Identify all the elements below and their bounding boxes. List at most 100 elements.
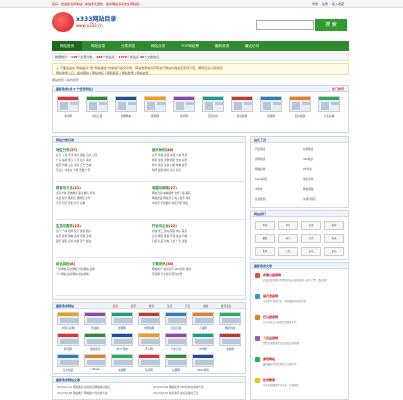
tab-4[interactable]: 行业 bbox=[185, 304, 190, 308]
category-links[interactable]: IT资讯 手机数码 搜索引擎 博客 bbox=[152, 201, 242, 205]
site-caption[interactable]: 人民网 bbox=[190, 326, 216, 330]
site-thumbnail[interactable] bbox=[219, 333, 241, 346]
category-title[interactable]: 综合其他(8) bbox=[56, 261, 75, 266]
site-caption[interactable]: 网易新闻 bbox=[217, 326, 243, 330]
site-caption[interactable]: 淘宝网 bbox=[55, 114, 81, 118]
notice-links[interactable]: 网站收录入口：提交网站 | 网站排名 | 网站联系 | 网站收录 | 网站收费 bbox=[56, 71, 149, 75]
site-caption[interactable]: 百度百科 bbox=[163, 326, 189, 330]
site-thumbnail[interactable] bbox=[219, 312, 241, 325]
site-thumbnail[interactable] bbox=[111, 333, 133, 346]
site-thumbnail[interactable] bbox=[138, 333, 160, 346]
article-row[interactable]: 2019-09-10 网站收录 如何提高网站收录速度 bbox=[57, 385, 149, 389]
site-thumbnail[interactable] bbox=[57, 354, 79, 367]
site-thumbnail[interactable] bbox=[192, 354, 214, 367]
site-thumbnail[interactable] bbox=[111, 312, 133, 325]
tab-1[interactable]: 娱乐 bbox=[131, 304, 136, 308]
tool-link[interactable]: IP查询 bbox=[255, 187, 263, 191]
category-links[interactable]: 艺术 科学 历史 哲学 宗教 bbox=[56, 201, 146, 205]
category-links[interactable]: 黑龙江 内蒙古 宁夏 西藏 广西 bbox=[56, 168, 146, 172]
site-caption[interactable]: 百度文库 bbox=[200, 114, 226, 118]
category-links[interactable]: 个人网站 政府网站 组织机构 bbox=[56, 272, 146, 276]
category-name[interactable]: 文章资讯 bbox=[152, 262, 166, 266]
ranking-button[interactable]: 本月 bbox=[278, 221, 298, 230]
site-caption[interactable]: 淘宝店铺 bbox=[84, 114, 110, 118]
site-caption[interactable]: 搜房网 bbox=[171, 114, 197, 118]
tab-2[interactable]: 教育 bbox=[149, 304, 154, 308]
search-tabs[interactable]: 网站搜索 | 站内搜索 bbox=[52, 77, 152, 84]
tool-link[interactable]: 搜狗收录 bbox=[255, 157, 265, 161]
site-caption[interactable]: 搜狐网 bbox=[109, 326, 135, 330]
tool-link[interactable]: 网站测速 bbox=[303, 187, 313, 191]
site-caption[interactable]: 中华网 bbox=[190, 347, 216, 351]
site-caption[interactable]: 京东商城 bbox=[316, 114, 342, 118]
site-caption[interactable]: 汽车之家 bbox=[163, 347, 189, 351]
site-thumbnail[interactable] bbox=[84, 354, 106, 367]
site-thumbnail[interactable] bbox=[84, 312, 106, 325]
category-links[interactable]: 北京 上海 天津 重庆 湖南 河北 山西 bbox=[56, 153, 146, 157]
nav-latest[interactable]: 最新收录 bbox=[208, 41, 236, 51]
news-title[interactable]: 易开发者网 bbox=[263, 294, 278, 298]
article-row[interactable]: 2019-09-08 网站推广 网站推广的常用方法 bbox=[57, 391, 149, 395]
site-thumbnail[interactable] bbox=[192, 312, 214, 325]
favorite-link[interactable]: 加入收藏 bbox=[332, 2, 344, 6]
login-link[interactable]: 登录 bbox=[312, 2, 318, 6]
site-caption[interactable]: 开心网 bbox=[136, 347, 162, 351]
site-caption[interactable]: 中国知网 bbox=[136, 326, 162, 330]
site-caption[interactable]: 新浪网 bbox=[82, 326, 108, 330]
tab-3[interactable]: 生活 bbox=[167, 304, 172, 308]
ranking-button[interactable]: 收录 bbox=[324, 234, 344, 243]
news-title[interactable]: 游戏网站 bbox=[263, 357, 275, 361]
site-caption[interactable]: 中国人民网 bbox=[55, 326, 81, 330]
site-caption[interactable]: 招聘网站 bbox=[113, 114, 139, 118]
ranking-button[interactable]: 入站 bbox=[278, 247, 298, 256]
category-name[interactable]: 地区分类 bbox=[56, 148, 70, 152]
category-links[interactable]: 音乐 影视 游戏 动漫 小说 笑话 bbox=[152, 153, 242, 157]
category-links[interactable]: 包装 礼品 家电 五金 广告 展会 bbox=[152, 239, 242, 243]
site-caption[interactable]: 8090游戏 bbox=[190, 368, 216, 372]
site-caption[interactable]: 央视网 bbox=[109, 368, 135, 372]
category-links[interactable]: 房产 汽车 招聘 医疗 健康 婚庆 bbox=[56, 229, 146, 233]
nav-browse[interactable]: 分类浏览 bbox=[114, 41, 142, 51]
category-name[interactable]: 教育与文化 bbox=[56, 186, 73, 190]
search-button[interactable]: 搜 索 bbox=[315, 19, 347, 31]
category-links[interactable]: 网站推广 站长资讯 SEO优化 建站 bbox=[152, 267, 242, 271]
nav-directory[interactable]: 网站目录 bbox=[84, 41, 112, 51]
category-links[interactable]: 机械 化工 建材 服装 电子 医药 bbox=[152, 229, 242, 233]
news-title[interactable]: 优学教育 bbox=[263, 378, 275, 382]
nav-review[interactable]: 网站点评 bbox=[144, 41, 172, 51]
category-title[interactable]: 生活与服务(23) bbox=[56, 223, 81, 228]
site-thumbnail[interactable] bbox=[115, 96, 137, 112]
site-thumbnail[interactable] bbox=[84, 333, 106, 346]
category-links[interactable]: 明星 星座 宠物 摄影 交友 彩票 bbox=[152, 158, 242, 162]
category-links[interactable]: 考试 留学 图书馆 博物馆 文化 bbox=[56, 196, 146, 200]
category-name[interactable]: 电脑与网络 bbox=[152, 186, 169, 190]
tool-link[interactable]: 关键词排名 bbox=[303, 197, 316, 201]
ranking-button[interactable]: 本周 bbox=[255, 221, 275, 230]
tool-link[interactable]: 域名查询 bbox=[303, 177, 313, 181]
category-links[interactable]: 银行 保险 证券 交通 天气 邮政 bbox=[56, 239, 146, 243]
ranking-button[interactable]: 全部 bbox=[301, 221, 321, 230]
search-input[interactable] bbox=[256, 20, 314, 30]
site-logo[interactable]: x333网站目录 www.x333.cn bbox=[52, 10, 122, 34]
site-caption[interactable]: 海外网 bbox=[217, 347, 243, 351]
tool-link[interactable]: 谷歌收录 bbox=[303, 147, 313, 151]
tab-5[interactable]: 电脑 bbox=[203, 304, 208, 308]
site-thumbnail[interactable] bbox=[260, 96, 282, 112]
nav-top[interactable]: TOP网站榜 bbox=[174, 41, 206, 51]
site-thumbnail[interactable] bbox=[192, 333, 214, 346]
tool-link[interactable]: Alexa排名 bbox=[255, 177, 267, 181]
category-links[interactable]: 高等学校 基础教育 职业教育 外语 bbox=[56, 191, 146, 195]
site-thumbnail[interactable] bbox=[111, 354, 133, 367]
tool-link[interactable]: PR查询 bbox=[303, 167, 312, 171]
site-thumbnail[interactable] bbox=[57, 312, 79, 325]
news-title[interactable]: 巴马旅游网 bbox=[263, 315, 278, 319]
category-links[interactable]: 陕西 新疆 山东 海南 辽宁 吉林 bbox=[56, 163, 146, 167]
category-links[interactable]: 农业 物流 能源 环保 食品 印刷 bbox=[152, 234, 242, 238]
category-links[interactable]: 网站建设 网络安全 电子商务 域名 bbox=[152, 196, 242, 200]
ranking-button[interactable]: 最新 bbox=[255, 234, 275, 243]
site-thumbnail[interactable] bbox=[165, 333, 187, 346]
tab-0[interactable]: 综合 bbox=[113, 304, 118, 308]
ranking-button[interactable]: 推荐 bbox=[324, 221, 344, 230]
category-links[interactable]: 休闲 视频 图片 论坛 综合 bbox=[152, 168, 242, 172]
category-name[interactable]: 娱乐休闲 bbox=[152, 148, 166, 152]
